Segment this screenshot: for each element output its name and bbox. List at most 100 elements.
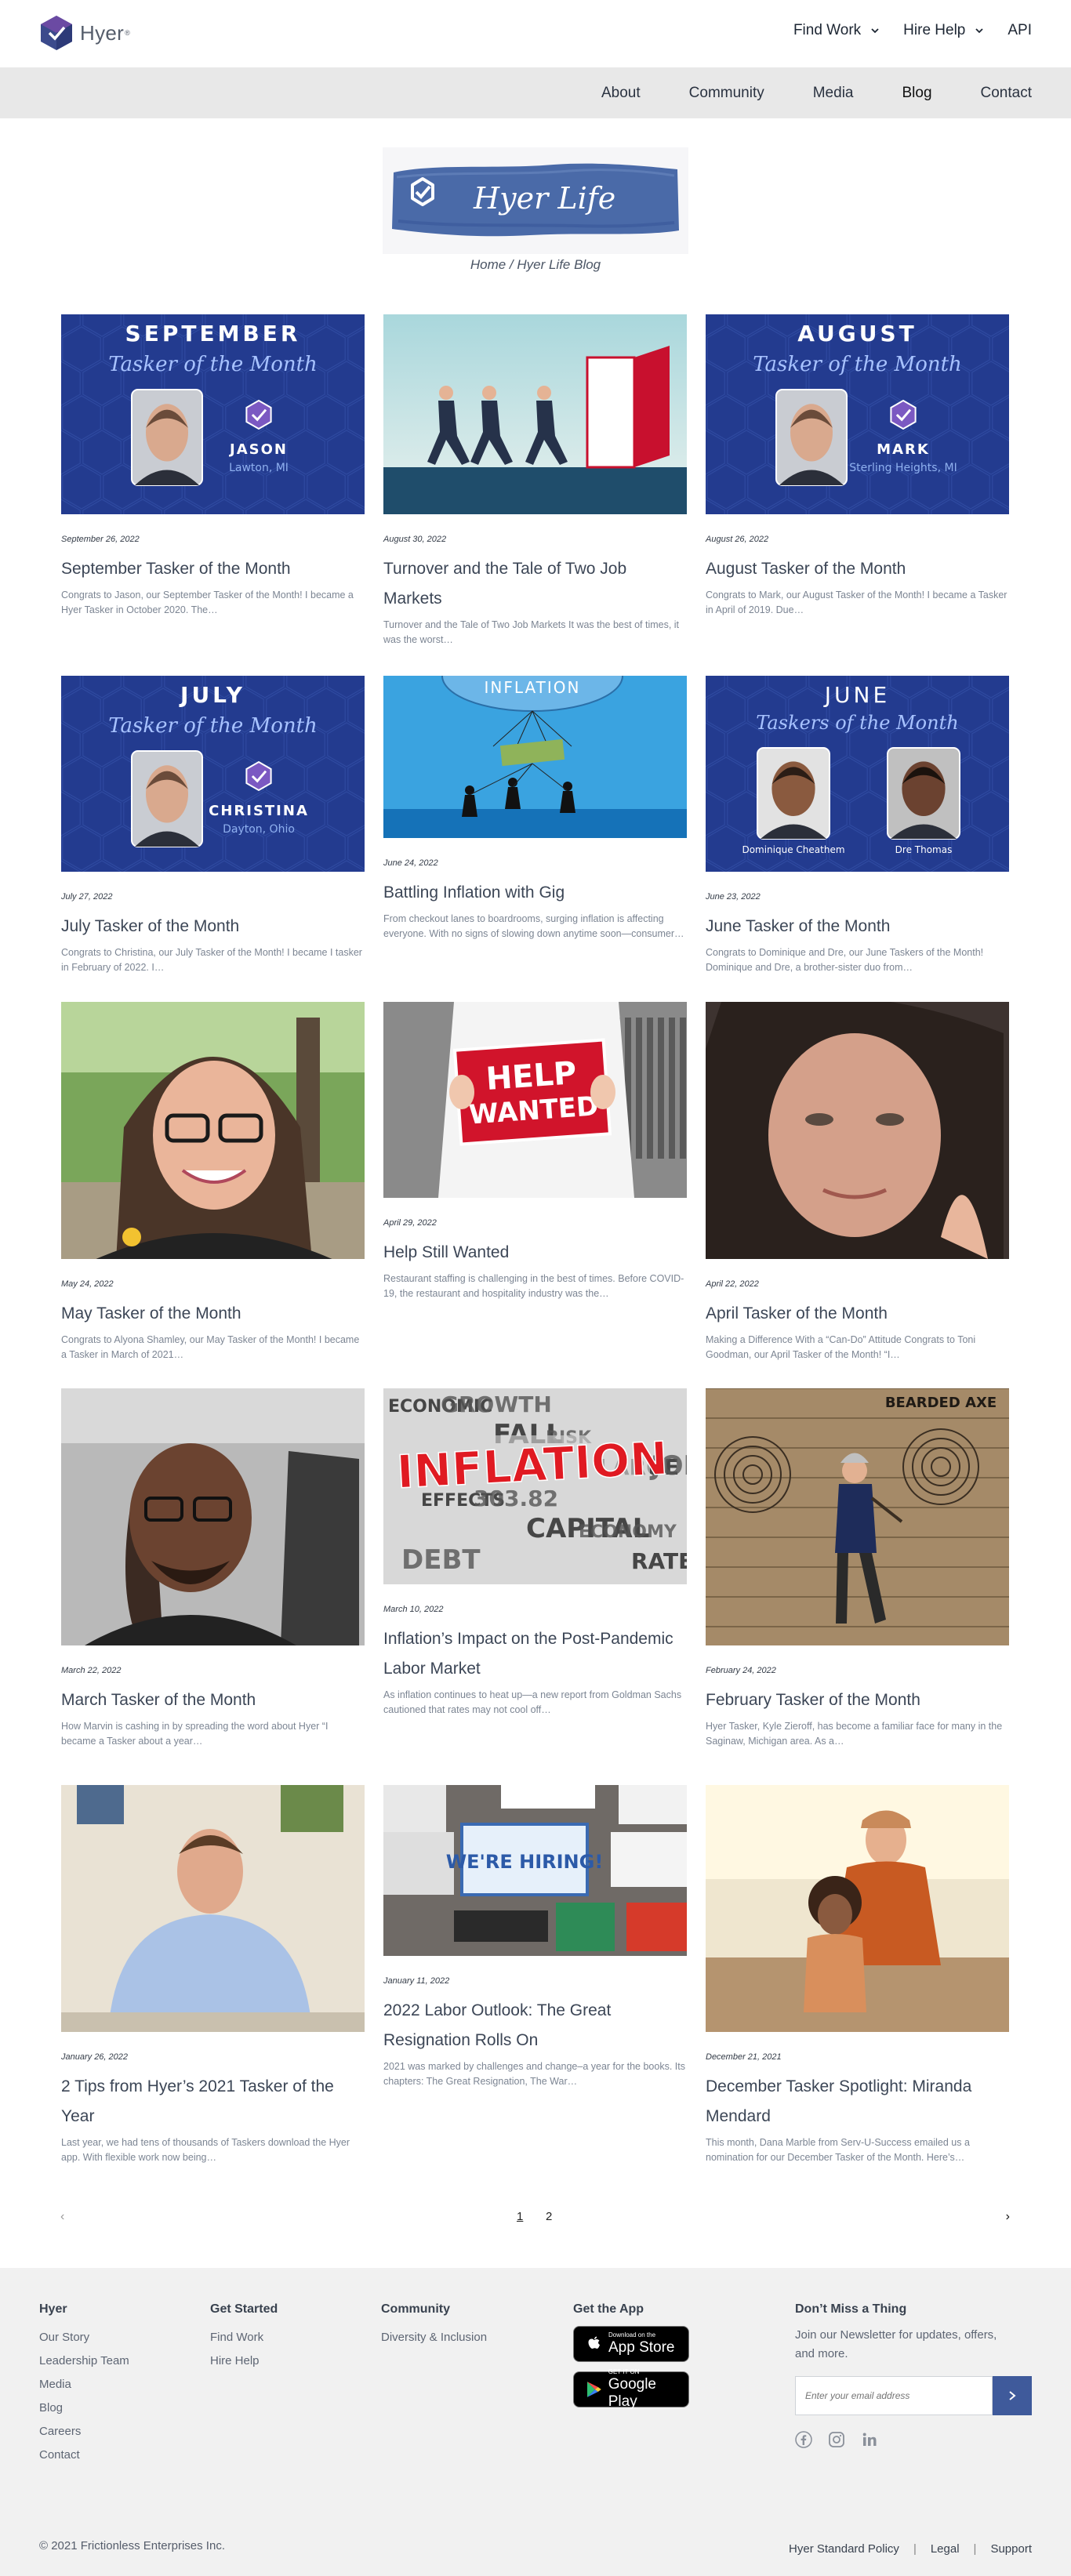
subnav-about[interactable]: About xyxy=(601,85,641,102)
footer-link-leadership[interactable]: Leadership Team xyxy=(39,2349,129,2373)
blog-post-card[interactable]: March 22, 2022 March Tasker of the Month H… xyxy=(61,1388,365,1749)
instagram-icon[interactable] xyxy=(828,2431,845,2448)
footer-link-hire-help[interactable]: Hire Help xyxy=(210,2349,278,2373)
footer-link-diversity[interactable]: Diversity & Inclusion xyxy=(381,2326,487,2349)
pagination-next-icon[interactable]: › xyxy=(1006,2210,1010,2224)
post-excerpt: Making a Difference With a “Can-Do” Atti… xyxy=(706,1334,976,1360)
post-title[interactable]: Inflation’s Impact on the Post-Pandemic … xyxy=(383,1624,687,1684)
post-excerpt: Congrats to Alyona Shamley, our May Task… xyxy=(61,1334,360,1360)
post-title[interactable]: September Tasker of the Month xyxy=(61,554,365,584)
top-nav: Find Work Hire Help API xyxy=(770,22,1032,39)
post-title[interactable]: December Tasker Spotlight: Miranda Menda… xyxy=(706,2072,1009,2132)
post-thumbnail[interactable]: JULY Tasker of the Month CHRISTINA Dayton, … xyxy=(61,676,365,872)
post-title[interactable]: 2022 Labor Outlook: The Great Resignatio… xyxy=(383,1996,687,2055)
newsletter-submit-button[interactable] xyxy=(993,2376,1032,2415)
post-thumbnail[interactable] xyxy=(706,1002,1009,1259)
blog-post-card[interactable]: INFLATION June 24, 2022 Battling Inflation… xyxy=(383,676,687,942)
blog-post-card[interactable]: April 22, 2022 April Tasker of the Month M… xyxy=(706,1002,1009,1362)
post-thumbnail[interactable] xyxy=(706,1785,1009,2032)
post-thumbnail[interactable] xyxy=(61,1002,365,1259)
newsletter-email-input[interactable] xyxy=(795,2376,993,2415)
blog-post-card[interactable]: HELP WANTED April 29, 2022 Help Still Wante… xyxy=(383,1002,687,1301)
facebook-icon[interactable] xyxy=(795,2431,812,2448)
secondary-nav: About Community Media Blog Contact xyxy=(0,67,1071,118)
linkedin-icon[interactable] xyxy=(861,2431,878,2448)
post-title[interactable]: 2 Tips from Hyer’s 2021 Tasker of the Ye… xyxy=(61,2072,365,2132)
post-excerpt: This month, Dana Marble from Serv-U-Succ… xyxy=(706,2137,970,2163)
subnav-community[interactable]: Community xyxy=(689,85,764,102)
post-title[interactable]: Help Still Wanted xyxy=(383,1238,687,1268)
subnav-media[interactable]: Media xyxy=(813,85,854,102)
nav-hire-help[interactable]: Hire Help xyxy=(903,22,984,39)
blog-post-card[interactable]: SEPTEMBER Tasker of the Month JASON Lawton,… xyxy=(61,314,365,618)
image-text: Sterling Heights, MI xyxy=(849,462,957,474)
post-title[interactable]: June Tasker of the Month xyxy=(706,912,1009,942)
legal-link-legal[interactable]: Legal xyxy=(931,2542,960,2556)
post-title[interactable]: March Tasker of the Month xyxy=(61,1685,365,1715)
post-thumbnail[interactable]: INFLATION xyxy=(383,676,687,838)
newsletter-text: Join our Newsletter for updates, offers,… xyxy=(795,2328,997,2360)
post-thumbnail[interactable]: BEARDED AXE xyxy=(706,1388,1009,1645)
brand-name: Hyer xyxy=(80,20,125,45)
post-excerpt: Last year, we had tens of thousands of T… xyxy=(61,2137,350,2163)
footer-col-app: Get the App Download on the App Store GE… xyxy=(573,2302,689,2417)
post-thumbnail[interactable]: ECONOMICGROWTHFALLRISKLARGEJOBSEFFECTS30… xyxy=(383,1388,687,1584)
post-thumbnail[interactable]: HELP WANTED xyxy=(383,1002,687,1198)
footer-col-newsletter: Don’t Miss a Thing Join our Newsletter f… xyxy=(795,2302,1032,2448)
subnav-contact[interactable]: Contact xyxy=(981,85,1032,102)
blog-post-card[interactable]: BEARDED AXE February 24, 2022 February Tas… xyxy=(706,1388,1009,1749)
post-title[interactable]: April Tasker of the Month xyxy=(706,1299,1009,1329)
image-text: AUGUST xyxy=(797,321,917,346)
post-thumbnail[interactable] xyxy=(61,1785,365,2032)
hyer-logo[interactable]: Hyer ® xyxy=(39,15,130,51)
footer-heading: Don’t Miss a Thing xyxy=(795,2302,907,2316)
post-title[interactable]: May Tasker of the Month xyxy=(61,1299,365,1329)
footer-link-media[interactable]: Media xyxy=(39,2373,129,2396)
post-date: January 26, 2022 xyxy=(61,2052,129,2062)
post-thumbnail[interactable]: AUGUST Tasker of the Month MARK Sterling He… xyxy=(706,314,1009,514)
blog-post-card[interactable]: JULY Tasker of the Month CHRISTINA Dayton, … xyxy=(61,676,365,975)
blog-post-card[interactable]: May 24, 2022 May Tasker of the Month Congr… xyxy=(61,1002,365,1362)
post-title[interactable]: February Tasker of the Month xyxy=(706,1685,1009,1715)
image-text: JULY xyxy=(179,682,245,708)
post-thumbnail[interactable] xyxy=(61,1388,365,1645)
post-image: ECONOMICGROWTHFALLRISKLARGEJOBSEFFECTS30… xyxy=(383,1388,687,1584)
nav-find-work[interactable]: Find Work xyxy=(793,22,880,39)
legal-link-policy[interactable]: Hyer Standard Policy xyxy=(789,2542,899,2556)
footer-link-careers[interactable]: Careers xyxy=(39,2420,129,2444)
post-title[interactable]: July Tasker of the Month xyxy=(61,912,365,942)
blog-post-card[interactable]: JUNE Taskers of the Month Dominique Cheath… xyxy=(706,676,1009,975)
post-date: June 24, 2022 xyxy=(383,858,438,868)
legal-link-support[interactable]: Support xyxy=(990,2542,1032,2556)
post-thumbnail[interactable]: JUNE Taskers of the Month Dominique Cheath… xyxy=(706,676,1009,872)
google-play-button[interactable]: GET IT ON Google Play xyxy=(573,2368,689,2410)
footer-link-blog[interactable]: Blog xyxy=(39,2396,129,2420)
pagination-prev-icon[interactable]: ‹ xyxy=(60,2210,64,2224)
hyer-life-banner: Hyer Life xyxy=(383,147,688,254)
nav-api[interactable]: API xyxy=(1007,22,1032,39)
page-1-link[interactable]: 1 xyxy=(517,2210,523,2223)
post-title[interactable]: Turnover and the Tale of Two Job Markets xyxy=(383,554,687,614)
post-image xyxy=(706,1002,1009,1259)
app-store-button[interactable]: Download on the App Store xyxy=(573,2326,689,2362)
blog-post-card[interactable]: August 30, 2022 Turnover and the Tale of … xyxy=(383,314,687,648)
image-text: Dominique Cheathem xyxy=(742,844,844,855)
footer-heading: Community xyxy=(381,2302,450,2316)
footer-link-our-story[interactable]: Our Story xyxy=(39,2326,129,2349)
blog-post-card[interactable]: AUGUST Tasker of the Month MARK Sterling He… xyxy=(706,314,1009,618)
post-title[interactable]: August Tasker of the Month xyxy=(706,554,1009,584)
footer-link-find-work[interactable]: Find Work xyxy=(210,2326,278,2349)
blog-post-card[interactable]: WE'RE HIRING! January 11, 2022 2022 Labor … xyxy=(383,1785,687,2089)
subnav-blog[interactable]: Blog xyxy=(902,85,931,102)
breadcrumb[interactable]: Home / Hyer Life Blog xyxy=(0,257,1071,273)
blog-post-card[interactable]: January 26, 2022 2 Tips from Hyer’s 2021 … xyxy=(61,1785,365,2165)
page-2-link[interactable]: 2 xyxy=(546,2210,552,2223)
post-title[interactable]: Battling Inflation with Gig xyxy=(383,878,687,908)
post-thumbnail[interactable] xyxy=(383,314,687,514)
blog-post-card[interactable]: December 21, 2021 December Tasker Spotlig… xyxy=(706,1785,1009,2165)
post-thumbnail[interactable]: WE'RE HIRING! xyxy=(383,1785,687,1956)
post-thumbnail[interactable]: SEPTEMBER Tasker of the Month JASON Lawton,… xyxy=(61,314,365,514)
footer-link-contact[interactable]: Contact xyxy=(39,2444,129,2467)
blog-post-card[interactable]: ECONOMICGROWTHFALLRISKLARGEJOBSEFFECTS30… xyxy=(383,1388,687,1718)
app-store-label: App Store xyxy=(608,2339,675,2356)
